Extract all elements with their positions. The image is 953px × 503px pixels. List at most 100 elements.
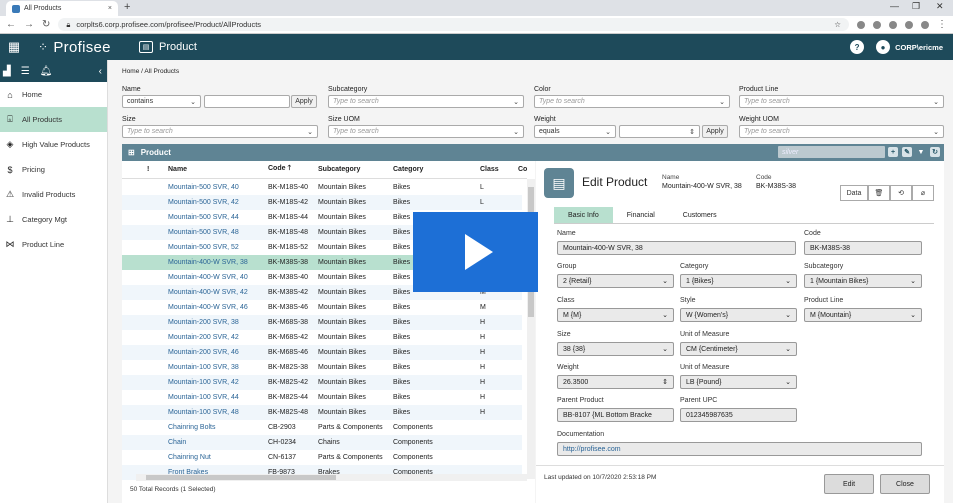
col-color-header[interactable]: Co bbox=[518, 166, 527, 173]
class-select[interactable]: M {M} ⌄ bbox=[557, 308, 674, 322]
sidebar-item-invalid-products[interactable]: ⚠ Invalid Products bbox=[0, 182, 107, 207]
col-name-header[interactable]: Name bbox=[168, 166, 187, 173]
filter-icon[interactable]: ▼ bbox=[916, 147, 926, 157]
col-class-header[interactable]: Class bbox=[480, 166, 499, 173]
weight-uom-select[interactable]: LB {Pound} ⌄ bbox=[680, 375, 797, 389]
table-row[interactable]: Mountain-500 SVR, 42 BK-M18S-42 Mountain B… bbox=[122, 195, 522, 210]
user-menu[interactable]: ● CORP\ericme bbox=[876, 40, 943, 54]
col-subcategory-header[interactable]: Subcategory bbox=[318, 166, 360, 173]
cell-name[interactable]: Mountain-400-W SVR, 46 bbox=[168, 304, 248, 311]
cell-name[interactable]: Mountain-400-W SVR, 40 bbox=[168, 274, 248, 281]
size-uom-filter[interactable]: Type to search ⌄ bbox=[328, 125, 524, 138]
star-icon[interactable]: ☆ bbox=[834, 20, 841, 29]
table-row[interactable]: Mountain-400-W SVR, 46 BK-M38S-46 Mountain… bbox=[122, 300, 522, 315]
cell-name[interactable]: Mountain-400-W SVR, 42 bbox=[168, 289, 248, 296]
scrollbar-thumb[interactable] bbox=[146, 475, 336, 480]
grid-horizontal-scrollbar[interactable] bbox=[136, 474, 527, 481]
col-flag-header[interactable]: ! bbox=[147, 166, 149, 173]
bell-icon[interactable]: 🔔︎ bbox=[40, 66, 53, 77]
minimize-icon[interactable]: — bbox=[890, 1, 899, 11]
parent-upc-field[interactable]: 012345987635 bbox=[680, 408, 797, 422]
cell-name[interactable]: Chain bbox=[168, 439, 186, 446]
refresh-icon[interactable]: ↻ bbox=[930, 147, 940, 157]
unit-of-measure-select[interactable]: CM {Centimeter} ⌄ bbox=[680, 342, 797, 356]
list-icon[interactable]: ☰ bbox=[21, 66, 30, 77]
code-field[interactable]: BK-M38S-38 bbox=[804, 241, 922, 255]
table-row[interactable]: Mountain-200 SVR, 38 BK-M68S-38 Mountain B… bbox=[122, 315, 522, 330]
forward-icon[interactable]: → bbox=[24, 19, 34, 30]
attachment-icon[interactable]: ⌀ bbox=[912, 185, 934, 201]
weight-filter-input[interactable]: ⇕ bbox=[619, 125, 700, 138]
sidebar-item-pricing[interactable]: $ Pricing bbox=[0, 157, 107, 182]
table-row[interactable]: Mountain-200 SVR, 42 BK-M68S-42 Mountain B… bbox=[122, 330, 522, 345]
extension-icon[interactable] bbox=[857, 20, 865, 29]
style-select[interactable]: W {Women's} ⌄ bbox=[680, 308, 797, 322]
edit-button[interactable]: Edit bbox=[824, 474, 874, 494]
collapse-chevron-icon[interactable]: ‹ bbox=[99, 66, 107, 77]
table-row[interactable]: Chainring Bolts CB-2903 Parts & Components… bbox=[122, 420, 522, 435]
menu-dots-icon[interactable]: ⋮ bbox=[937, 19, 947, 30]
table-row[interactable]: Chain CH-0234 Chains Components bbox=[122, 435, 522, 450]
sidebar-item-home[interactable]: ⌂ Home bbox=[0, 82, 107, 107]
add-icon[interactable]: + bbox=[888, 147, 898, 157]
name-apply-button[interactable]: Apply bbox=[291, 95, 317, 108]
history-icon[interactable]: ⟲ bbox=[890, 185, 912, 201]
weight-operator-select[interactable]: equals ⌄ bbox=[534, 125, 616, 138]
close-button[interactable]: Close bbox=[880, 474, 930, 494]
subcategory-select[interactable]: 1 {Mountain Bikes} ⌄ bbox=[804, 274, 922, 288]
weight-field[interactable]: 26.3500 ⇕ bbox=[557, 375, 674, 389]
maximize-icon[interactable]: ❐ bbox=[912, 1, 920, 12]
group-select[interactable]: 2 {Retail} ⌄ bbox=[557, 274, 674, 288]
url-bar[interactable]: 🔒︎ corplts6.corp.profisee.com/profisee/P… bbox=[58, 18, 849, 31]
sidebar-item-product-line[interactable]: ⋈ Product Line bbox=[0, 232, 107, 257]
weight-uom-filter[interactable]: Type to search ⌄ bbox=[739, 125, 944, 138]
extension-icon[interactable] bbox=[873, 20, 881, 29]
cell-name[interactable]: Mountain-400-W SVR, 38 bbox=[168, 259, 248, 266]
table-row[interactable]: Mountain-100 SVR, 48 BK-M82S-48 Mountain B… bbox=[122, 405, 522, 420]
stepper-icon[interactable]: ⇕ bbox=[659, 378, 668, 386]
sidebar-item-high-value-products[interactable]: ◈ High Value Products bbox=[0, 132, 107, 157]
table-row[interactable]: Mountain-500 SVR, 40 BK-M18S-40 Mountain B… bbox=[122, 180, 522, 195]
trash-icon[interactable]: 🗑︎ bbox=[868, 185, 890, 201]
window-close-icon[interactable]: ✕ bbox=[936, 1, 944, 12]
cell-name[interactable]: Chainring Nut bbox=[168, 454, 211, 461]
size-filter[interactable]: Type to search ⌄ bbox=[122, 125, 318, 138]
name-field[interactable]: Mountain-400-W SVR, 38 bbox=[557, 241, 796, 255]
tab-data[interactable]: Data bbox=[840, 185, 868, 201]
help-icon[interactable]: ? bbox=[850, 40, 865, 54]
product-line-select[interactable]: M {Mountain} ⌄ bbox=[804, 308, 922, 322]
sidebar-item-all-products[interactable]: ⌺ All Products bbox=[0, 107, 107, 132]
weight-apply-button[interactable]: Apply bbox=[702, 125, 728, 138]
cell-name[interactable]: Mountain-500 SVR, 40 bbox=[168, 184, 239, 191]
name-filter-input[interactable] bbox=[204, 95, 290, 108]
back-icon[interactable]: ← bbox=[6, 19, 16, 30]
product-line-filter[interactable]: Type to search ⌄ bbox=[739, 95, 944, 108]
new-tab-icon[interactable]: + bbox=[124, 1, 130, 13]
cell-name[interactable]: Mountain-500 SVR, 44 bbox=[168, 214, 239, 221]
category-select[interactable]: 1 {Bikes} ⌄ bbox=[680, 274, 797, 288]
edit-icon[interactable]: ✎ bbox=[902, 147, 912, 157]
table-row[interactable]: Mountain-200 SVR, 46 BK-M68S-46 Mountain B… bbox=[122, 345, 522, 360]
col-category-header[interactable]: Category bbox=[393, 166, 423, 173]
dashboard-icon[interactable]: ▟ bbox=[3, 66, 11, 77]
grid-search-input[interactable]: silver bbox=[778, 146, 885, 158]
col-code-header[interactable]: Code 🡑 bbox=[268, 164, 291, 175]
documentation-link[interactable]: http://profisee.com bbox=[563, 446, 621, 453]
table-row[interactable]: Mountain-100 SVR, 42 BK-M82S-42 Mountain B… bbox=[122, 375, 522, 390]
cell-name[interactable]: Chainring Bolts bbox=[168, 424, 215, 431]
cell-name[interactable]: Mountain-500 SVR, 42 bbox=[168, 199, 239, 206]
table-row[interactable]: Mountain-100 SVR, 44 BK-M82S-44 Mountain B… bbox=[122, 390, 522, 405]
video-play-button[interactable] bbox=[413, 212, 538, 292]
tab-basic-info[interactable]: Basic Info bbox=[554, 207, 613, 223]
stepper-icon[interactable]: ⇕ bbox=[689, 128, 695, 136]
subcategory-filter[interactable]: Type to search ⌄ bbox=[328, 95, 524, 108]
cell-name[interactable]: Mountain-100 SVR, 48 bbox=[168, 409, 239, 416]
tab-customers[interactable]: Customers bbox=[669, 207, 731, 223]
parent-product-field[interactable]: BB-8107 {ML Bottom Bracke bbox=[557, 408, 674, 422]
close-tab-icon[interactable]: × bbox=[108, 5, 112, 12]
browser-tab[interactable]: All Products × bbox=[6, 1, 118, 16]
cell-name[interactable]: Mountain-100 SVR, 44 bbox=[168, 394, 239, 401]
breadcrumb-home[interactable]: Home bbox=[122, 68, 139, 75]
size-select[interactable]: 38 {38} ⌄ bbox=[557, 342, 674, 356]
cell-name[interactable]: Mountain-100 SVR, 38 bbox=[168, 364, 239, 371]
